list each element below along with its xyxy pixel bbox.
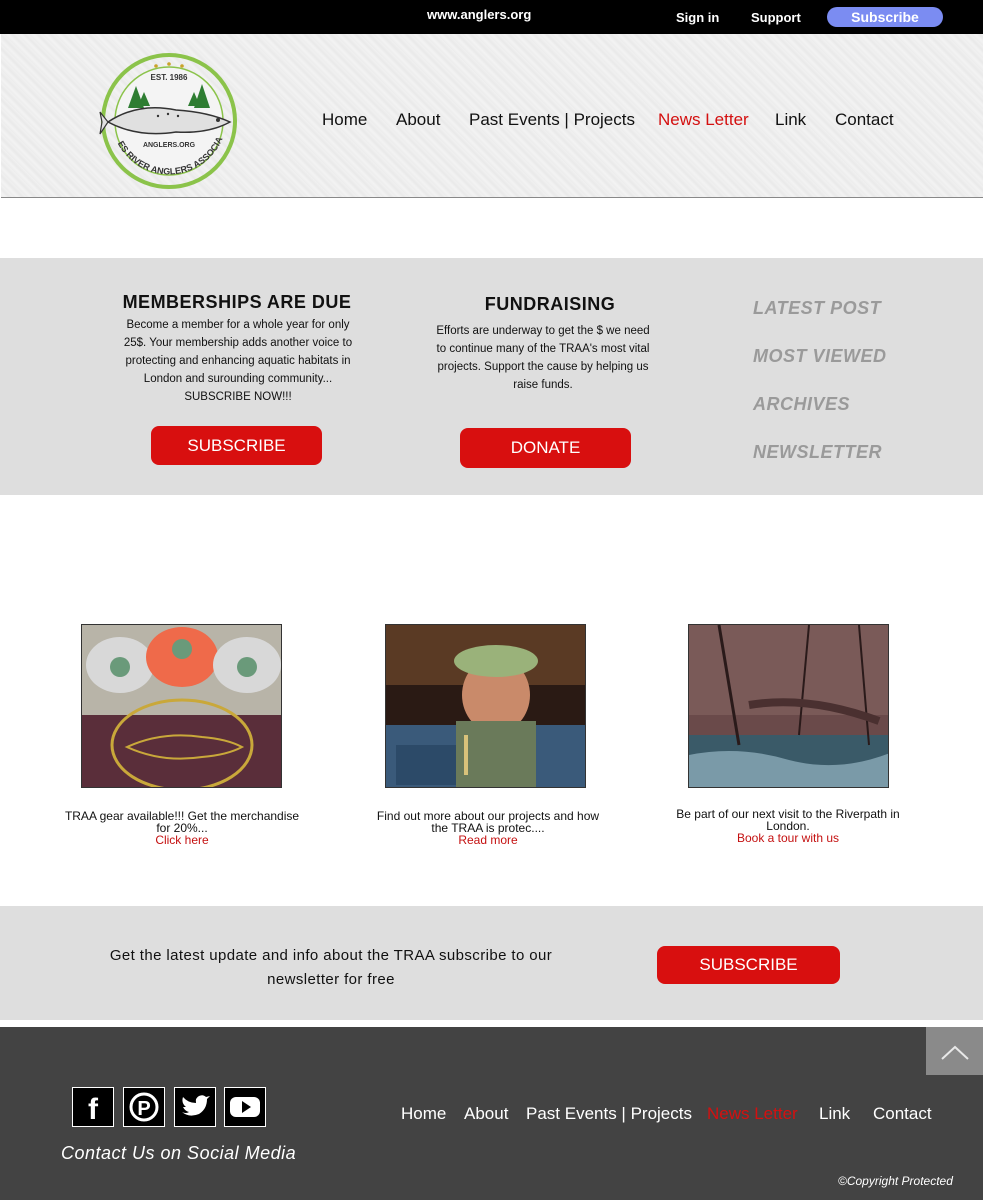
footer-nav-about[interactable]: About	[464, 1104, 508, 1124]
chevron-up-icon	[941, 1045, 969, 1060]
nav-past-events[interactable]: Past Events | Projects	[469, 110, 635, 130]
projects-image[interactable]	[385, 624, 586, 788]
support-link[interactable]: Support	[751, 10, 801, 25]
riverpath-card: Be part of our next visit to the Riverpa…	[668, 808, 908, 844]
riverpath-text: Be part of our next visit to the Riverpa…	[676, 807, 900, 833]
merchandise-link[interactable]: Click here	[62, 834, 302, 846]
logo-site-text: ANGLERS.ORG	[143, 142, 196, 149]
newsletter-subscribe-button[interactable]: SUBSCRIBE	[657, 946, 840, 984]
newsletter-link[interactable]: NEWSLETTER	[753, 442, 882, 463]
svg-text:P: P	[137, 1098, 150, 1120]
newsletter-strip: Get the latest update and info about the…	[0, 906, 983, 1020]
pinterest-icon[interactable]: P	[123, 1087, 165, 1127]
membership-text: Become a member for a whole year for onl…	[123, 319, 353, 403]
riverpath-image[interactable]	[688, 624, 889, 788]
membership-title: MEMBERSHIPS ARE DUE	[122, 292, 352, 312]
projects-text: Find out more about our projects and how…	[376, 809, 600, 835]
nav-link[interactable]: Link	[775, 110, 806, 130]
nav-news-letter[interactable]: News Letter	[658, 110, 749, 130]
merchandise-image[interactable]	[81, 624, 282, 788]
footer-nav-past-events[interactable]: Past Events | Projects	[526, 1104, 692, 1124]
site-header: EST. 1986 ANGLERS.ORG THAMES RIVER ANGLE…	[1, 34, 983, 198]
nav-contact[interactable]: Contact	[835, 110, 894, 130]
fundraising-title: FUNDRAISING	[484, 294, 616, 314]
newsletter-strip-text: Get the latest update and info about the…	[109, 947, 553, 988]
svg-text:f: f	[88, 1093, 99, 1126]
merchandise-text: TRAA gear available!!! Get the merchandi…	[64, 809, 300, 835]
footer-nav-home[interactable]: Home	[401, 1104, 446, 1124]
traa-logo[interactable]: EST. 1986 ANGLERS.ORG THAMES RIVER ANGLE…	[98, 50, 240, 192]
facebook-icon[interactable]: f	[72, 1087, 114, 1127]
riverpath-link[interactable]: Book a tour with us	[668, 832, 908, 844]
site-url-link[interactable]: www.anglers.org	[427, 7, 531, 22]
nav-home[interactable]: Home	[322, 110, 367, 130]
back-to-top-button[interactable]	[926, 1027, 983, 1075]
nav-about[interactable]: About	[396, 110, 440, 130]
projects-card: Find out more about our projects and how…	[368, 810, 608, 846]
logo-est-text: EST. 1986	[151, 73, 188, 82]
archives-link[interactable]: ARCHIVES	[753, 394, 850, 415]
youtube-icon[interactable]	[224, 1087, 266, 1127]
social-media-label: Contact Us on Social Media	[61, 1143, 297, 1163]
footer-nav-news-letter[interactable]: News Letter	[707, 1104, 798, 1124]
site-footer: f P Contact Us on Social Media Home Abou…	[0, 1027, 983, 1200]
twitter-icon[interactable]	[174, 1087, 216, 1127]
merchandise-card: TRAA gear available!!! Get the merchandi…	[62, 810, 302, 846]
subscribe-top-button[interactable]: Subscribe	[827, 7, 943, 27]
footer-nav-link[interactable]: Link	[819, 1104, 850, 1124]
promo-band: MEMBERSHIPS ARE DUE Become a member for …	[0, 258, 983, 495]
footer-nav-contact[interactable]: Contact	[873, 1104, 932, 1124]
donate-button[interactable]: DONATE	[460, 428, 631, 468]
sign-in-link[interactable]: Sign in	[676, 10, 719, 25]
latest-post-link[interactable]: LATEST POST	[753, 298, 881, 319]
top-bar: www.anglers.org Sign in Support Subscrib…	[0, 0, 983, 34]
projects-link[interactable]: Read more	[368, 834, 608, 846]
most-viewed-link[interactable]: MOST VIEWED	[753, 346, 887, 367]
copyright-text: ©Copyright Protected	[838, 1174, 953, 1188]
membership-subscribe-button[interactable]: SUBSCRIBE	[151, 426, 322, 465]
fundraising-text: Efforts are underway to get the $ we nee…	[436, 325, 650, 391]
